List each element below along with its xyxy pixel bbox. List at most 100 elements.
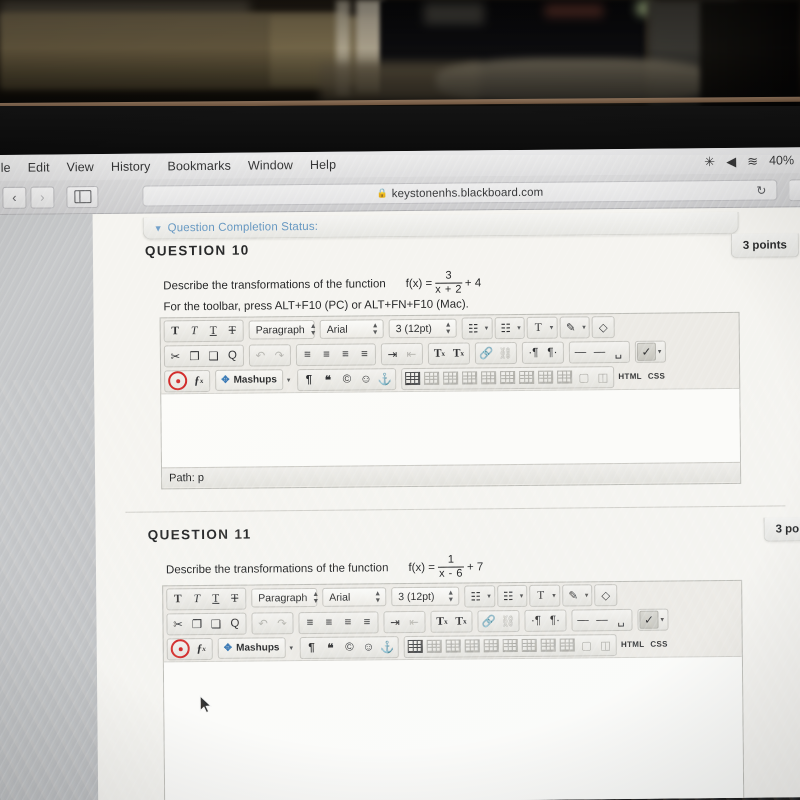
italic-button[interactable]: T bbox=[185, 321, 204, 339]
toolbar-overflow-button[interactable] bbox=[789, 178, 800, 201]
wifi-icon[interactable]: ≋ bbox=[747, 153, 758, 168]
table-cell-props-icon[interactable] bbox=[444, 637, 463, 655]
html-source-button[interactable]: HTML bbox=[619, 640, 647, 649]
outdent-icon[interactable]: ⇤ bbox=[404, 612, 423, 630]
insert-table-icon[interactable] bbox=[403, 369, 422, 387]
emoticon-icon[interactable]: ☺ bbox=[359, 638, 378, 656]
anchor-icon[interactable]: ⚓ bbox=[378, 638, 397, 656]
copy-icon[interactable]: ❐ bbox=[185, 346, 204, 364]
sidebar-toggle-button[interactable] bbox=[66, 185, 99, 208]
underline-button[interactable]: T bbox=[204, 321, 223, 339]
indent-icon[interactable]: ⇥ bbox=[383, 345, 402, 363]
paragraph-mark-icon[interactable]: ¶ bbox=[302, 638, 321, 656]
ltr-paragraph-icon[interactable]: ·¶ bbox=[524, 343, 543, 361]
chevron-down-icon[interactable]: ▾ bbox=[515, 323, 523, 331]
table-delete-col-icon[interactable] bbox=[555, 368, 574, 386]
table-insert-row-before-icon[interactable] bbox=[460, 369, 479, 387]
bullet-list-icon[interactable]: ☷ bbox=[466, 587, 485, 605]
subscript-icon[interactable]: Tx bbox=[449, 344, 468, 362]
css-source-button[interactable]: CSS bbox=[646, 372, 667, 381]
mashups-chevron-down-icon[interactable]: ▾ bbox=[287, 644, 295, 652]
table-insert-row-after-icon[interactable] bbox=[482, 637, 501, 655]
nonbreaking-space-icon[interactable]: ␣ bbox=[609, 342, 628, 360]
highlighter-pen-icon[interactable]: ✎ bbox=[561, 318, 580, 336]
rtl-paragraph-icon[interactable]: ¶· bbox=[545, 611, 564, 629]
table-insert-col-after-icon[interactable] bbox=[539, 636, 558, 654]
chevron-down-icon[interactable]: ▾ bbox=[483, 324, 491, 332]
superscript-icon[interactable]: Tx bbox=[430, 344, 449, 362]
table-row-props-icon[interactable] bbox=[422, 369, 441, 387]
blockquote-icon[interactable]: ❝ bbox=[318, 370, 337, 388]
find-icon[interactable]: Q bbox=[225, 614, 244, 632]
numbered-list-icon[interactable]: ☷ bbox=[496, 319, 515, 337]
align-center-icon[interactable]: ≡ bbox=[319, 613, 338, 631]
chevron-down-icon[interactable]: ▾ bbox=[658, 615, 666, 623]
insert-table-icon[interactable] bbox=[406, 637, 425, 655]
em-dash-icon[interactable]: — bbox=[590, 343, 609, 361]
undo-icon[interactable]: ↶ bbox=[251, 346, 270, 364]
menu-item-file[interactable]: File bbox=[0, 161, 11, 175]
superscript-icon[interactable]: Tx bbox=[432, 612, 451, 630]
redo-icon[interactable]: ↷ bbox=[270, 346, 289, 364]
outdent-icon[interactable]: ⇤ bbox=[402, 344, 421, 362]
editor-body-11[interactable] bbox=[163, 655, 744, 800]
split-cell-icon[interactable]: ◫ bbox=[596, 636, 615, 654]
align-left-icon[interactable]: ≡ bbox=[298, 345, 317, 363]
chevron-down-icon[interactable]: ▾ bbox=[548, 323, 556, 331]
emoticon-icon[interactable]: ☺ bbox=[356, 370, 375, 388]
bluetooth-icon[interactable]: ✳ bbox=[704, 154, 715, 169]
text-color-icon[interactable]: T bbox=[531, 586, 550, 604]
paragraph-mark-icon[interactable]: ¶ bbox=[299, 370, 318, 388]
ltr-paragraph-icon[interactable]: ·¶ bbox=[526, 611, 545, 629]
reload-icon[interactable]: ↻ bbox=[756, 183, 766, 197]
mashups-chevron-down-icon[interactable]: ▾ bbox=[285, 376, 293, 384]
font-family-select[interactable]: Arial ▲ ▼ bbox=[319, 319, 384, 339]
bold-button[interactable]: T bbox=[168, 590, 187, 608]
menu-item-view[interactable]: View bbox=[67, 160, 94, 174]
strikethrough-button[interactable]: T bbox=[223, 321, 242, 339]
editor-body-10[interactable] bbox=[161, 387, 740, 468]
merge-cells-icon[interactable]: ▢ bbox=[574, 368, 593, 386]
split-cell-icon[interactable]: ◫ bbox=[593, 368, 612, 386]
eraser-icon[interactable]: ◇ bbox=[594, 318, 613, 336]
blockquote-icon[interactable]: ❝ bbox=[321, 638, 340, 656]
eraser-icon[interactable]: ◇ bbox=[596, 586, 615, 604]
merge-cells-icon[interactable]: ▢ bbox=[577, 636, 596, 654]
subscript-icon[interactable]: Tx bbox=[451, 612, 470, 630]
redo-icon[interactable]: ↷ bbox=[272, 614, 291, 632]
horizontal-rule-icon[interactable]: — bbox=[571, 343, 590, 361]
spell-check-icon[interactable]: ✓ bbox=[636, 342, 656, 361]
mashups-button[interactable]: ✥ Mashups bbox=[217, 637, 286, 659]
table-insert-col-before-icon[interactable] bbox=[517, 368, 536, 386]
paragraph-format-select[interactable]: Paragraph ▲ ▼ bbox=[251, 587, 319, 608]
paste-icon[interactable]: ❑ bbox=[204, 346, 223, 364]
highlighter-pen-icon[interactable]: ✎ bbox=[564, 586, 583, 604]
chevron-down-icon[interactable]: ▾ bbox=[580, 323, 588, 331]
math-editor-icon[interactable]: ƒx bbox=[189, 371, 208, 389]
menu-item-help[interactable]: Help bbox=[310, 158, 336, 172]
indent-icon[interactable]: ⇥ bbox=[385, 613, 404, 631]
align-center-icon[interactable]: ≡ bbox=[317, 345, 336, 363]
chevron-down-icon[interactable]: ▾ bbox=[656, 347, 664, 355]
align-left-icon[interactable]: ≡ bbox=[300, 613, 319, 631]
bullet-list-icon[interactable]: ☷ bbox=[464, 319, 483, 337]
battery-percent-label[interactable]: 40% bbox=[769, 153, 794, 167]
chevron-down-icon[interactable]: ▾ bbox=[485, 592, 493, 600]
font-family-select[interactable]: Arial ▲ ▼ bbox=[322, 587, 387, 607]
paragraph-format-select[interactable]: Paragraph ▲ ▼ bbox=[248, 319, 317, 340]
math-editor-icon[interactable]: ƒx bbox=[192, 639, 211, 657]
font-size-select[interactable]: 3 (12pt) ▲ ▼ bbox=[391, 586, 460, 607]
find-icon[interactable]: Q bbox=[223, 346, 242, 364]
anchor-icon[interactable]: ⚓ bbox=[375, 370, 394, 388]
back-button[interactable]: ‹ bbox=[2, 186, 27, 209]
copyright-icon[interactable]: © bbox=[340, 638, 359, 656]
cut-icon[interactable]: ✂ bbox=[168, 615, 187, 633]
strikethrough-button[interactable]: T bbox=[225, 589, 244, 607]
undo-icon[interactable]: ↶ bbox=[253, 614, 272, 632]
chevron-down-icon[interactable]: ▾ bbox=[550, 591, 558, 599]
italic-button[interactable]: T bbox=[187, 589, 206, 607]
table-delete-col-icon[interactable] bbox=[558, 636, 577, 654]
align-justify-icon[interactable]: ≡ bbox=[355, 345, 374, 363]
volume-icon[interactable]: ◀ bbox=[726, 153, 736, 168]
menu-item-history[interactable]: History bbox=[111, 159, 151, 173]
